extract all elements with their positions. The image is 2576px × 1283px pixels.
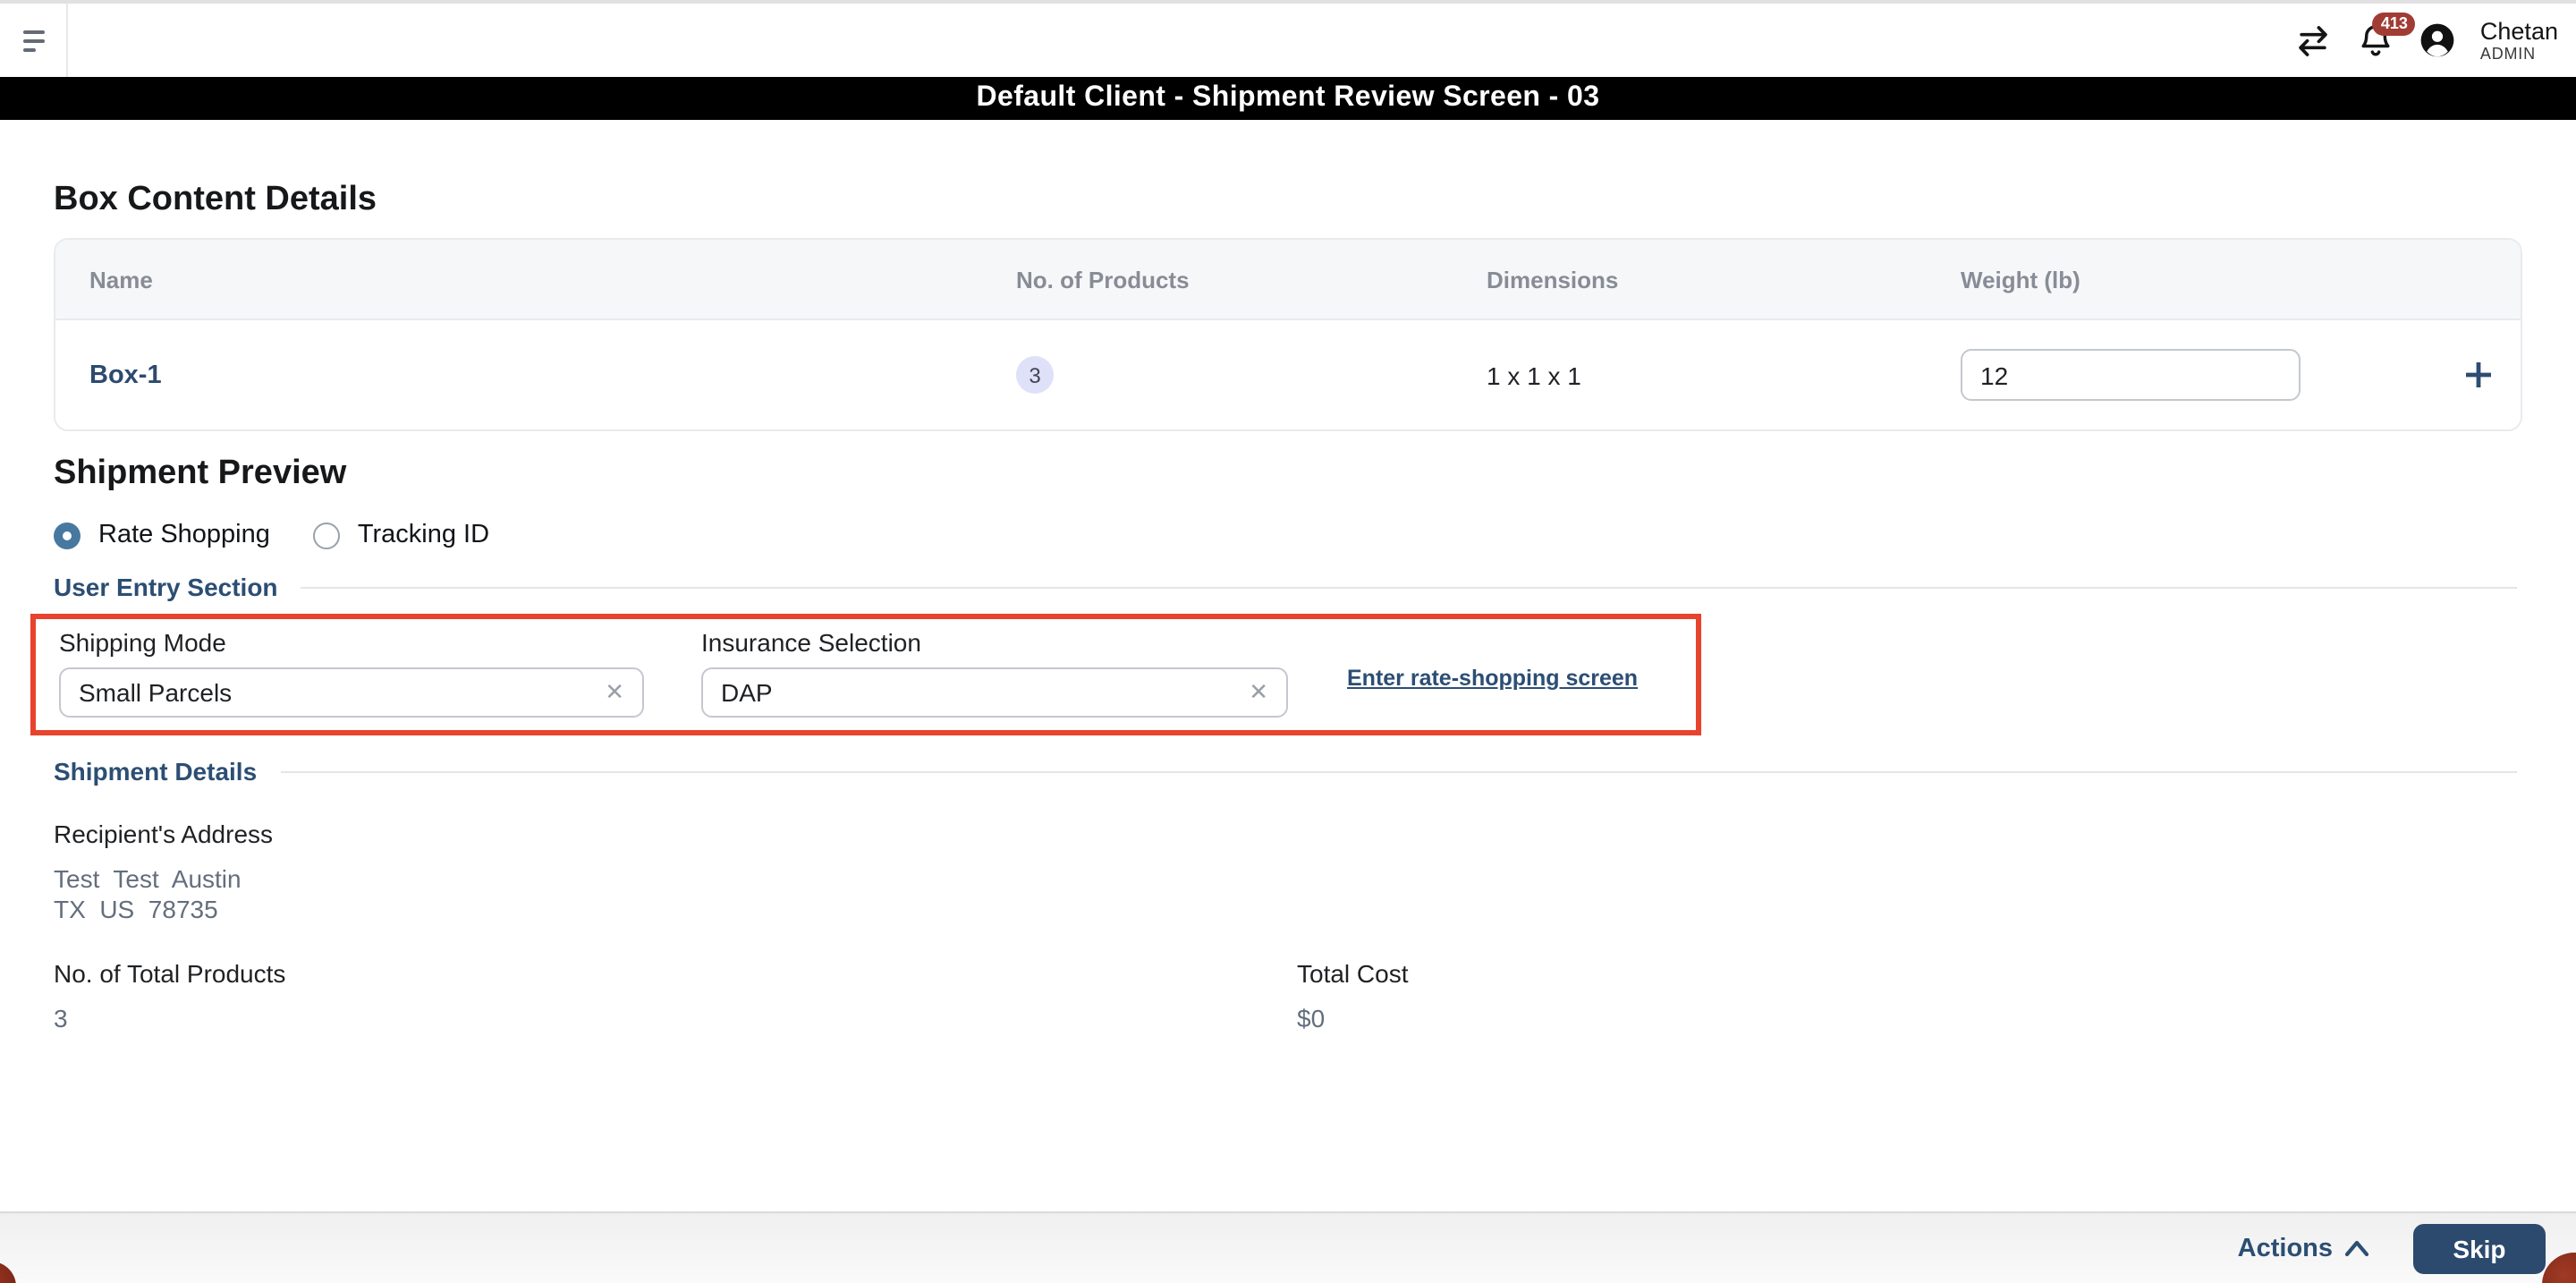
radio-tracking-id[interactable]: Tracking ID [312, 521, 490, 549]
radio-tracking-id-label: Tracking ID [357, 521, 490, 549]
radio-rate-shopping-label: Rate Shopping [98, 521, 270, 549]
clear-icon[interactable]: ✕ [1231, 678, 1286, 707]
app-window: 413 Chetan ADMIN Default Client - Shipme… [0, 0, 2576, 1283]
weight-input[interactable] [1961, 349, 2301, 401]
address-line-1: Test Test Austin [54, 864, 242, 893]
notifications-button[interactable]: 413 [2357, 12, 2416, 60]
radio-selected-icon [54, 522, 80, 548]
shipping-mode-field: Shipping Mode ✕ [59, 628, 644, 718]
actions-label: Actions [2237, 1234, 2333, 1262]
recipient-address-label: Recipient's Address [54, 820, 274, 848]
sidebar-menu-button[interactable] [0, 4, 68, 77]
shipment-preview-heading: Shipment Preview [54, 455, 347, 492]
user-entry-section-title: User Entry Section [54, 573, 278, 601]
total-products-block: No. of Total Products 3 [54, 958, 1297, 1032]
main-content: Box Content Details Name No. of Products… [0, 181, 2576, 1032]
box-content-heading: Box Content Details [54, 181, 377, 218]
radio-unselected-icon [312, 522, 340, 548]
recipient-address-block: Recipient's Address Test Test Austin TX … [54, 820, 2522, 924]
radio-rate-shopping[interactable]: Rate Shopping [54, 521, 270, 549]
skip-button[interactable]: Skip [2413, 1223, 2546, 1273]
column-header-name: Name [89, 266, 153, 293]
insurance-combobox[interactable]: ✕ [701, 667, 1288, 718]
total-cost-block: Total Cost $0 [1297, 958, 2522, 1032]
insurance-field: Insurance Selection ✕ [701, 628, 1288, 718]
insurance-label: Insurance Selection [701, 628, 921, 657]
user-role: ADMIN [2479, 45, 2536, 64]
shipment-details-section-title: Shipment Details [54, 757, 258, 786]
box-name-link[interactable]: Box-1 [89, 361, 162, 389]
chat-bubble-left[interactable] [0, 1262, 16, 1283]
chevron-up-icon [2344, 1240, 2369, 1257]
table-row: Box-1 3 1 x 1 x 1 [55, 320, 2521, 429]
footer-action-bar: Actions Skip [0, 1211, 2576, 1283]
annotation-highlight-box: Shipping Mode ✕ Insurance Selection ✕ En… [30, 614, 1701, 735]
insurance-input[interactable] [703, 678, 1232, 707]
screen-title-bar: Default Client - Shipment Review Screen … [0, 77, 2576, 120]
address-line-2: TX US 78735 [54, 894, 218, 923]
column-header-products: No. of Products [1016, 266, 1190, 293]
add-box-button[interactable] [2462, 360, 2493, 390]
product-count-badge: 3 [1016, 356, 1054, 394]
transfer-arrows-icon[interactable] [2294, 21, 2334, 60]
shipping-mode-label: Shipping Mode [59, 628, 226, 657]
user-avatar-icon[interactable] [2419, 21, 2457, 59]
clear-icon[interactable]: ✕ [587, 678, 642, 707]
total-products-value: 3 [54, 1003, 68, 1032]
user-entry-section-header: User Entry Section [54, 573, 2522, 601]
user-menu[interactable]: Chetan ADMIN [2480, 17, 2558, 64]
box-content-table: Name No. of Products Dimensions Weight (… [54, 238, 2522, 431]
total-products-label: No. of Total Products [54, 958, 286, 988]
total-cost-label: Total Cost [1297, 958, 1409, 988]
shipping-mode-combobox[interactable]: ✕ [59, 667, 644, 718]
table-header-row: Name No. of Products Dimensions Weight (… [55, 240, 2521, 320]
menu-icon [22, 30, 44, 51]
total-cost-value: $0 [1297, 1003, 1326, 1032]
notification-count-badge: 413 [2372, 12, 2416, 35]
column-header-dimensions: Dimensions [1487, 266, 1619, 293]
section-divider [301, 586, 2517, 588]
column-header-weight: Weight (lb) [1961, 266, 2080, 293]
preview-mode-radio-group: Rate Shopping Tracking ID [54, 521, 2522, 549]
page-title: Default Client - Shipment Review Screen … [976, 82, 1600, 113]
chat-bubble-right[interactable] [2542, 1253, 2576, 1283]
top-navigation-bar: 413 Chetan ADMIN [0, 4, 2576, 77]
user-name: Chetan [2479, 17, 2558, 45]
enter-rate-shopping-link[interactable]: Enter rate-shopping screen [1347, 666, 1638, 691]
shipping-mode-input[interactable] [61, 678, 588, 707]
totals-section: No. of Total Products 3 Total Cost $0 [54, 958, 2522, 1032]
actions-button[interactable]: Actions [2238, 1234, 2370, 1262]
shipment-details-section-header: Shipment Details [54, 757, 2522, 786]
dimensions-value: 1 x 1 x 1 [1487, 361, 1581, 389]
section-divider [280, 770, 2517, 772]
plus-icon [2465, 362, 2490, 387]
topbar-right-group: 413 Chetan ADMIN [2294, 4, 2576, 77]
